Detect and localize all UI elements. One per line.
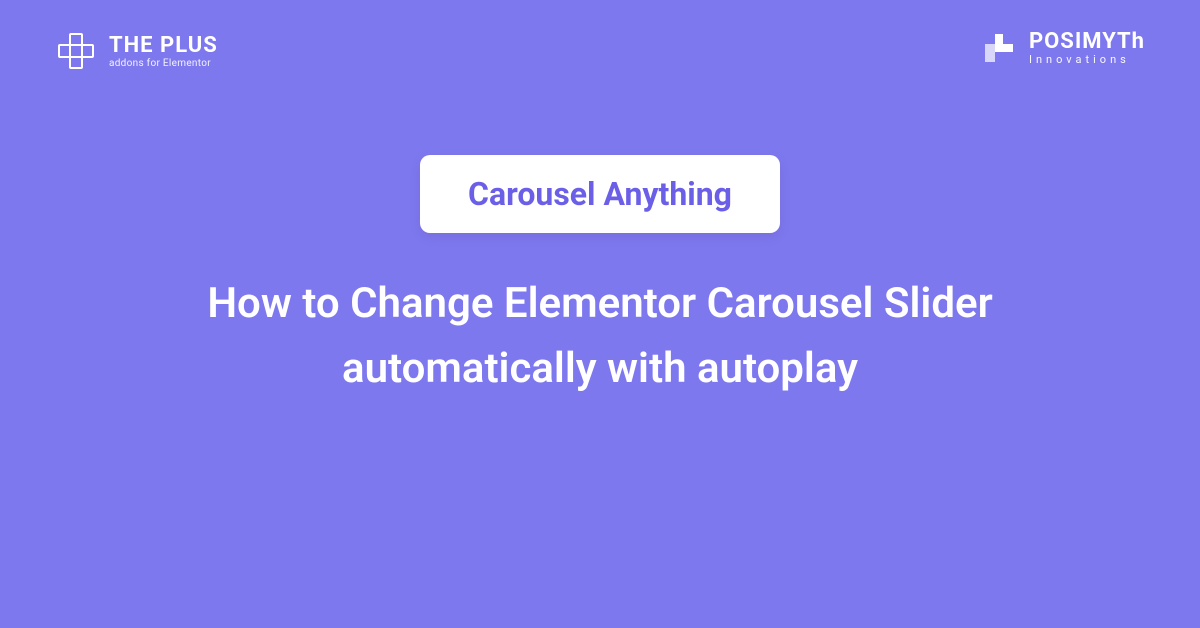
brand-right-text: POSIMYTh Innovations xyxy=(1029,30,1145,66)
category-badge-label: Carousel Anything xyxy=(468,175,732,213)
brand-right-subtitle: Innovations xyxy=(1029,54,1145,66)
brand-left-text: THE PLUS addons for Elementor xyxy=(109,33,218,69)
plus-logo-icon xyxy=(55,30,97,72)
header: THE PLUS addons for Elementor POSIMYTh I… xyxy=(0,0,1200,102)
brand-right: POSIMYTh Innovations xyxy=(981,30,1145,66)
main-title: How to Change Elementor Carousel Slider … xyxy=(150,271,1050,401)
brand-left: THE PLUS addons for Elementor xyxy=(55,30,218,72)
brand-right-title: POSIMYTh xyxy=(1029,30,1145,54)
brand-left-subtitle: addons for Elementor xyxy=(109,58,218,69)
category-badge: Carousel Anything xyxy=(420,155,780,233)
content: Carousel Anything How to Change Elemento… xyxy=(0,155,1200,401)
brand-left-title: THE PLUS xyxy=(109,33,218,58)
posimyth-logo-icon xyxy=(981,30,1017,66)
